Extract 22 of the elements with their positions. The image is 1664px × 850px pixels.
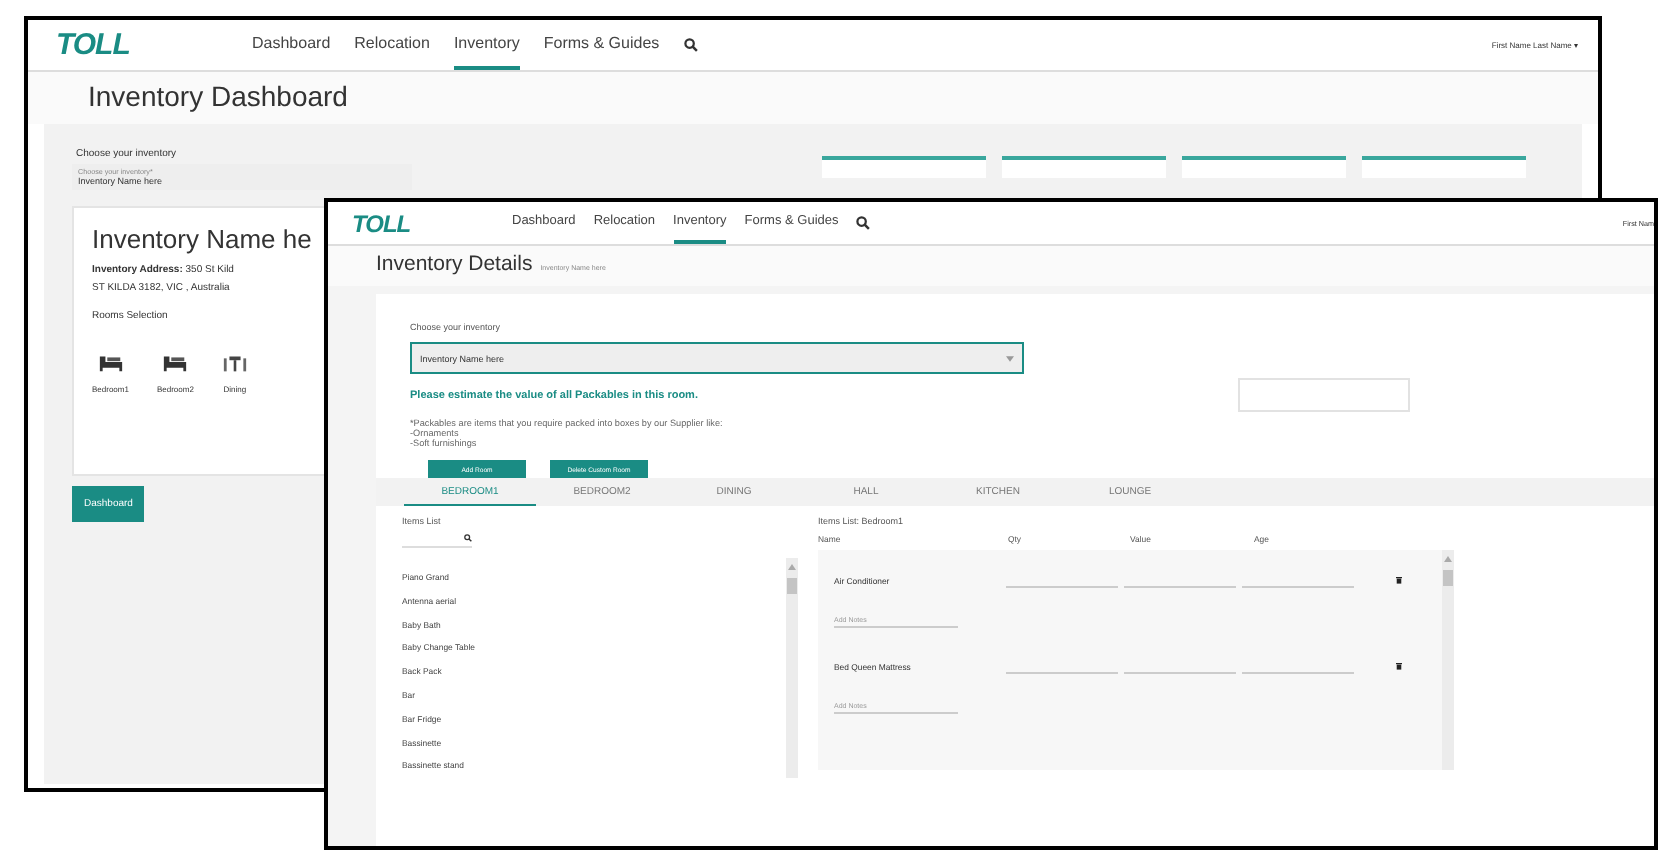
table-chairs-icon bbox=[221, 354, 248, 372]
nav-link[interactable]: Relocation bbox=[354, 20, 430, 70]
search-icon bbox=[856, 216, 871, 230]
bed-icon bbox=[162, 354, 189, 372]
tile-card[interactable] bbox=[1182, 156, 1346, 178]
trash-icon bbox=[1396, 662, 1402, 670]
bed-icon bbox=[97, 354, 124, 372]
tile-card[interactable] bbox=[1362, 156, 1526, 178]
tile-card[interactable] bbox=[822, 156, 986, 178]
nav-link[interactable]: Dashboard bbox=[252, 20, 331, 70]
nav-link[interactable]: Forms & Guides bbox=[543, 20, 660, 70]
search-icon bbox=[464, 534, 472, 542]
toll-logo[interactable]: TOLL bbox=[56, 28, 252, 62]
value-input[interactable] bbox=[1238, 378, 1410, 412]
tile-card[interactable] bbox=[1002, 156, 1166, 178]
trash-icon bbox=[1396, 576, 1402, 584]
toll-logo[interactable]: TOLL bbox=[352, 209, 512, 237]
caret-icon bbox=[1006, 355, 1014, 361]
search-icon bbox=[683, 38, 698, 52]
page-title: Inventory Details bbox=[376, 252, 533, 276]
search-field[interactable] bbox=[402, 530, 472, 548]
page-title: Inventory Dashboard bbox=[28, 72, 1598, 124]
